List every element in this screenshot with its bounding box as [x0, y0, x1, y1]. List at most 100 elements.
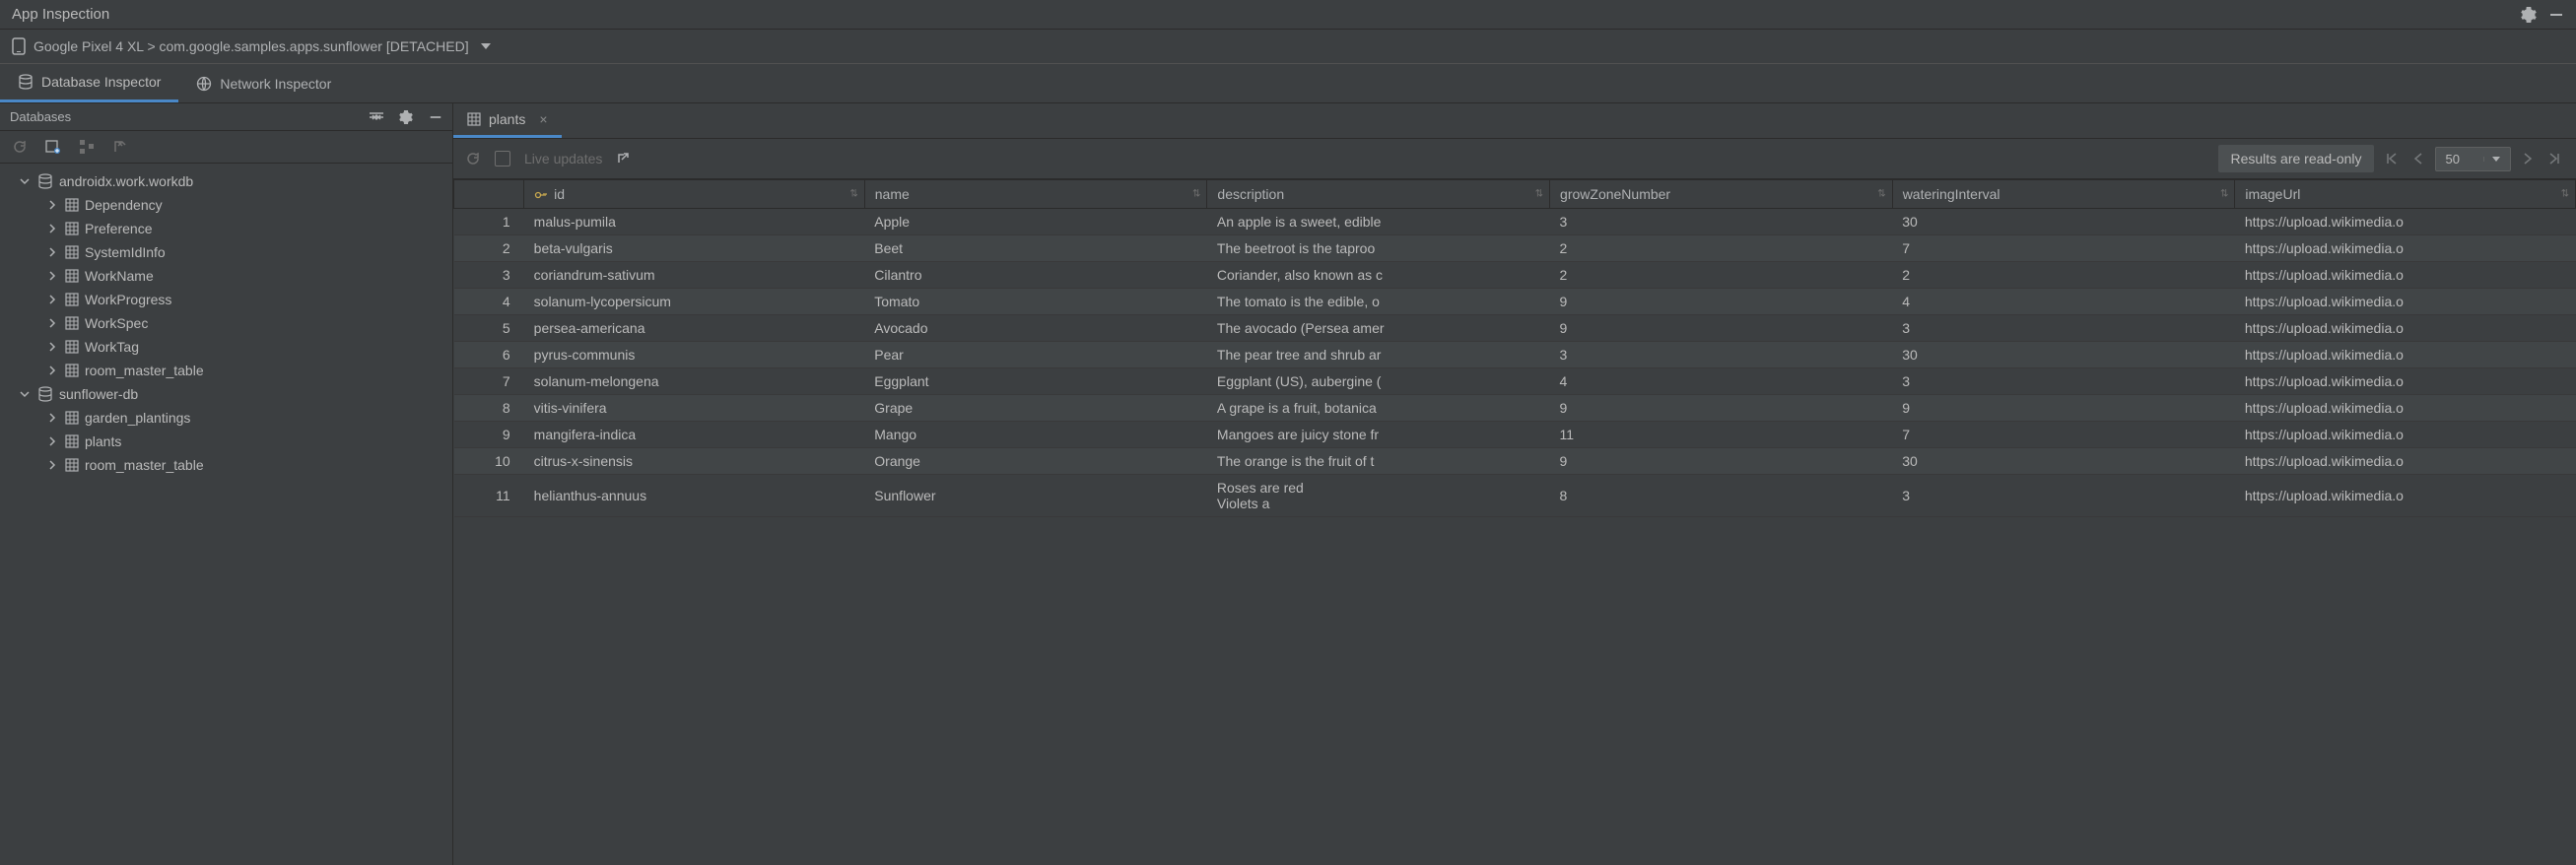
column-header-imageUrl[interactable]: imageUrl ⇅: [2235, 180, 2576, 209]
minimize-icon[interactable]: [2548, 7, 2564, 23]
tree-table-node[interactable]: WorkProgress: [0, 288, 452, 311]
status-badge: Results are read-only: [2218, 145, 2373, 172]
tree-table-node[interactable]: Preference: [0, 217, 452, 240]
sidebar-title: Databases: [10, 109, 71, 124]
tree-label: plants: [85, 433, 121, 449]
table-row[interactable]: 8 vitis-vinifera Grape A grape is a frui…: [454, 395, 2576, 422]
first-page-icon[interactable]: [2382, 149, 2402, 168]
structure-icon[interactable]: [79, 139, 95, 155]
globe-icon: [196, 76, 212, 92]
cell-growzone: 9: [1550, 289, 1893, 315]
table-row[interactable]: 10 citrus-x-sinensis Orange The orange i…: [454, 448, 2576, 475]
content-tab-plants[interactable]: plants ×: [453, 103, 562, 138]
table-row[interactable]: 1 malus-pumila Apple An apple is a sweet…: [454, 209, 2576, 235]
chevron-right-icon: [45, 460, 59, 470]
cell-name: Tomato: [864, 289, 1207, 315]
tab-label: Database Inspector: [41, 74, 161, 90]
tree-table-node[interactable]: Dependency: [0, 193, 452, 217]
tree-label: WorkTag: [85, 339, 139, 355]
tree-table-node[interactable]: room_master_table: [0, 453, 452, 477]
tree-table-node[interactable]: SystemIdInfo: [0, 240, 452, 264]
tab-database-inspector[interactable]: Database Inspector: [0, 64, 178, 102]
minimize-icon[interactable]: [429, 110, 442, 124]
window-title: App Inspection: [12, 6, 109, 23]
gear-icon[interactable]: [399, 110, 413, 124]
table-row[interactable]: 5 persea-americana Avocado The avocado (…: [454, 315, 2576, 342]
last-page-icon[interactable]: [2544, 149, 2564, 168]
page-size-select[interactable]: 50: [2435, 147, 2511, 171]
table-row[interactable]: 7 solanum-melongena Eggplant Eggplant (U…: [454, 368, 2576, 395]
refresh-icon[interactable]: [465, 151, 481, 166]
cell-rownum: 2: [454, 235, 524, 262]
table-icon: [65, 293, 79, 306]
tree-table-node[interactable]: garden_plantings: [0, 406, 452, 430]
chevron-right-icon: [45, 413, 59, 423]
cell-description: An apple is a sweet, edible: [1207, 209, 1550, 235]
next-page-icon[interactable]: [2519, 149, 2537, 168]
column-header-wateringInterval[interactable]: wateringInterval⇅: [1892, 180, 2235, 209]
table-row[interactable]: 11 helianthus-annuus Sunflower Roses are…: [454, 475, 2576, 517]
cell-growzone: 2: [1550, 262, 1893, 289]
cell-imageurl: https://upload.wikimedia.o: [2235, 289, 2576, 315]
cell-rownum: 1: [454, 209, 524, 235]
tab-network-inspector[interactable]: Network Inspector: [178, 64, 349, 102]
tree-label: Preference: [85, 221, 152, 236]
table-row[interactable]: 4 solanum-lycopersicum Tomato The tomato…: [454, 289, 2576, 315]
column-header-id[interactable]: id⇅: [524, 180, 865, 209]
refresh-icon[interactable]: [12, 139, 28, 155]
live-updates-label: Live updates: [524, 151, 602, 166]
cell-rownum: 3: [454, 262, 524, 289]
column-rownum[interactable]: [454, 180, 524, 209]
cell-rownum: 10: [454, 448, 524, 475]
cell-name: Apple: [864, 209, 1207, 235]
sort-handle-icon[interactable]: ⇅: [1535, 189, 1543, 200]
cell-growzone: 3: [1550, 209, 1893, 235]
cell-imageurl: https://upload.wikimedia.o: [2235, 209, 2576, 235]
tree-table-node[interactable]: plants: [0, 430, 452, 453]
table-row[interactable]: 2 beta-vulgaris Beet The beetroot is the…: [454, 235, 2576, 262]
chevron-right-icon: [45, 271, 59, 281]
table-row[interactable]: 3 coriandrum-sativum Cilantro Coriander,…: [454, 262, 2576, 289]
column-header-growZoneNumber[interactable]: growZoneNumber⇅: [1550, 180, 1893, 209]
cell-id: coriandrum-sativum: [524, 262, 865, 289]
prev-page-icon[interactable]: [2409, 149, 2427, 168]
table-row[interactable]: 9 mangifera-indica Mango Mangoes are jui…: [454, 422, 2576, 448]
cell-id: helianthus-annuus: [524, 475, 865, 517]
cell-watering: 4: [1892, 289, 2235, 315]
column-label: imageUrl: [2245, 186, 2300, 202]
tree-label: Dependency: [85, 197, 163, 213]
cell-rownum: 7: [454, 368, 524, 395]
gear-icon[interactable]: [2521, 7, 2537, 23]
tree-table-node[interactable]: WorkTag: [0, 335, 452, 359]
column-label: name: [875, 186, 910, 202]
live-updates-checkbox[interactable]: [495, 151, 510, 166]
device-selector[interactable]: Google Pixel 4 XL > com.google.samples.a…: [0, 30, 2576, 63]
cell-id: mangifera-indica: [524, 422, 865, 448]
cell-imageurl: https://upload.wikimedia.o: [2235, 395, 2576, 422]
sort-handle-icon[interactable]: ⇅: [2220, 189, 2228, 200]
new-query-icon[interactable]: [45, 139, 61, 155]
device-label: Google Pixel 4 XL > com.google.samples.a…: [34, 38, 469, 54]
export-icon[interactable]: [112, 139, 128, 155]
table-icon: [65, 222, 79, 235]
cell-watering: 7: [1892, 422, 2235, 448]
table-icon: [65, 198, 79, 212]
filter-icon[interactable]: [370, 110, 383, 124]
chevron-right-icon: [45, 224, 59, 233]
tree-db-node[interactable]: sunflower-db: [0, 382, 452, 406]
column-header-description[interactable]: description⇅: [1207, 180, 1550, 209]
popout-icon[interactable]: [616, 152, 630, 166]
sort-handle-icon[interactable]: ⇅: [2561, 189, 2569, 200]
table-row[interactable]: 6 pyrus-communis Pear The pear tree and …: [454, 342, 2576, 368]
close-icon[interactable]: ×: [539, 111, 547, 127]
column-header-name[interactable]: name ⇅: [864, 180, 1207, 209]
sort-handle-icon[interactable]: ⇅: [1877, 189, 1885, 200]
tree-table-node[interactable]: WorkSpec: [0, 311, 452, 335]
tree-table-node[interactable]: room_master_table: [0, 359, 452, 382]
cell-imageurl: https://upload.wikimedia.o: [2235, 475, 2576, 517]
sort-handle-icon[interactable]: ⇅: [1192, 189, 1200, 200]
sort-handle-icon[interactable]: ⇅: [849, 189, 857, 200]
cell-watering: 3: [1892, 475, 2235, 517]
tree-db-node[interactable]: androidx.work.workdb: [0, 169, 452, 193]
tree-table-node[interactable]: WorkName: [0, 264, 452, 288]
